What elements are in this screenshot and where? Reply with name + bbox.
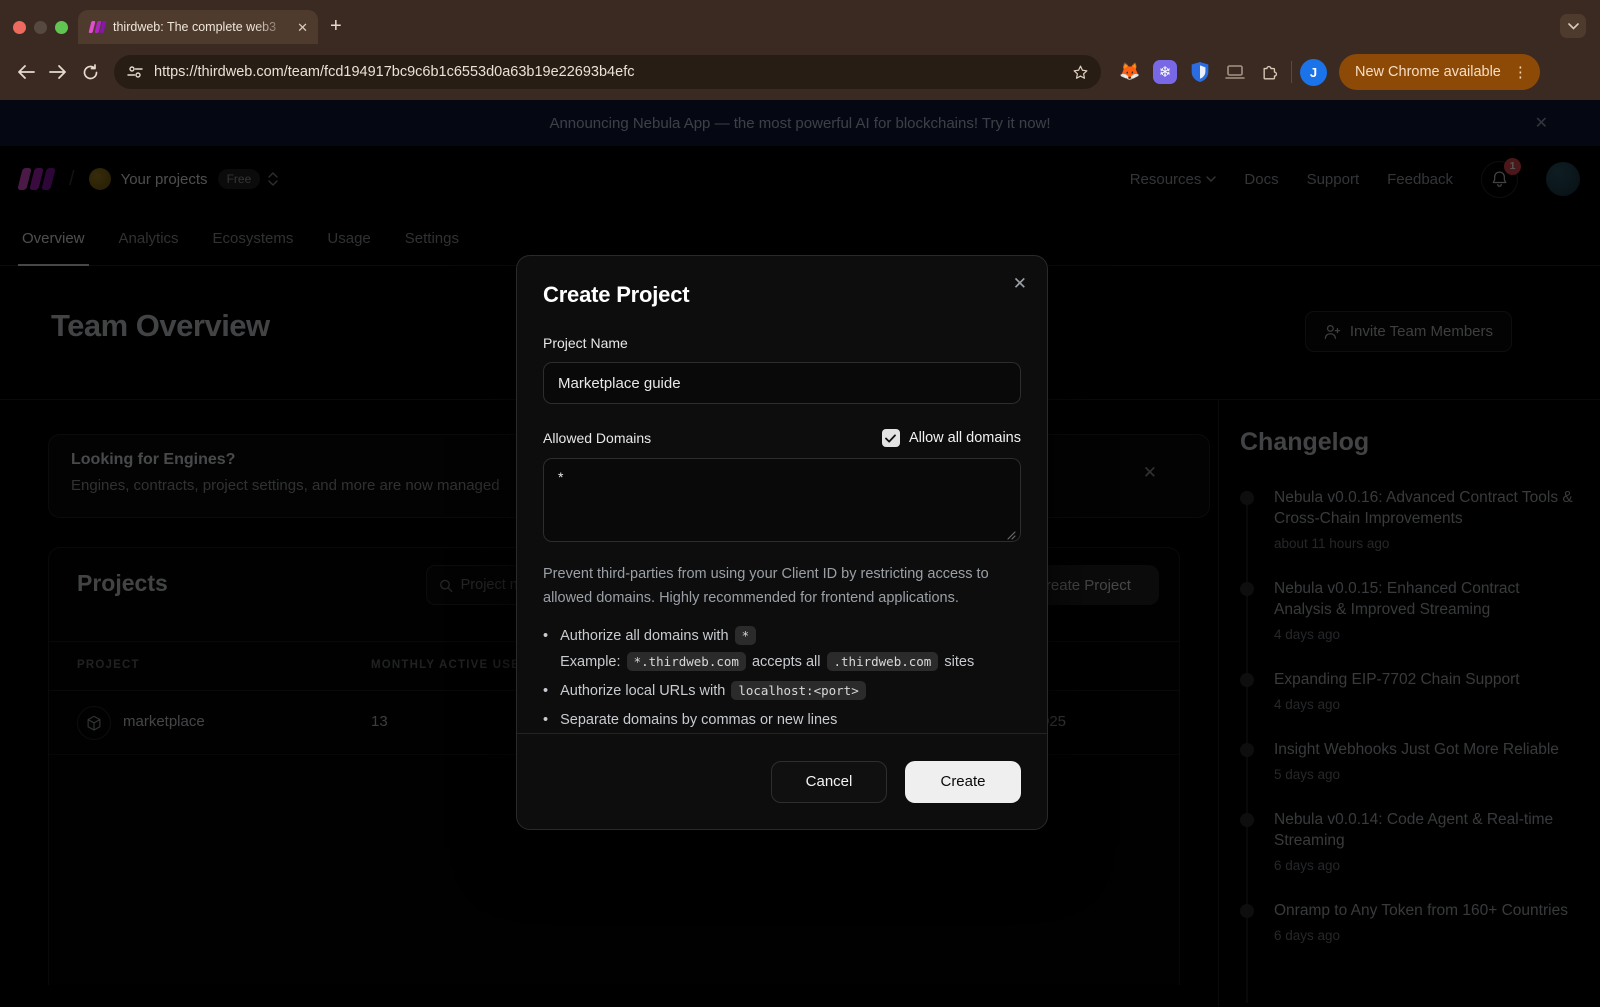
traffic-lights [13,21,68,34]
modal-close-icon[interactable]: ✕ [1013,274,1027,294]
forward-arrow-icon [49,64,67,80]
tab-search-button[interactable] [1560,14,1586,38]
forward-button[interactable] [42,56,74,88]
tab-title: thirdweb: The complete web3 [113,20,289,34]
domains-bullet-list: • Authorize all domains with * Example: … [543,623,1021,733]
reload-icon [82,64,99,81]
checkbox-checked-icon[interactable] [882,429,900,447]
chevron-down-icon [1568,23,1579,30]
allowed-domains-label: Allowed Domains [543,430,651,446]
bookmark-star-icon[interactable] [1072,64,1089,81]
allow-all-domains-label: Allow all domains [909,430,1021,446]
code-chip-domain: .thirdweb.com [827,652,939,671]
close-tab-icon[interactable]: ✕ [297,21,308,34]
reload-button[interactable] [74,56,106,88]
modal-footer: Cancel Create [517,733,1047,829]
code-chip-localhost: localhost:<port> [731,681,865,700]
code-chip-wildcard-domain: *.thirdweb.com [627,652,746,671]
cancel-button[interactable]: Cancel [771,761,887,803]
laptop-extension-icon[interactable] [1222,59,1248,85]
close-window-button[interactable] [13,21,26,34]
chrome-update-button[interactable]: New Chrome available [1339,54,1507,90]
bullet-authorize-all: • Authorize all domains with * Example: … [543,623,1021,675]
create-project-modal: ✕ Create Project Project Name Allowed Do… [516,255,1048,830]
resize-grip-icon[interactable] [1007,531,1016,540]
shield-extension-icon[interactable] [1187,59,1213,85]
browser-toolbar: https://thirdweb.com/team/fcd194917bc9c6… [0,44,1600,100]
new-tab-button[interactable]: + [330,16,342,36]
chrome-profile-avatar[interactable]: J [1300,59,1327,86]
browser-chrome: thirdweb: The complete web3 ✕ + h [0,0,1600,100]
allowed-domains-textarea[interactable]: * [543,458,1021,542]
back-button[interactable] [10,56,42,88]
chrome-menu-button[interactable]: ⋮ [1507,54,1540,90]
extension-icons: 🦊 ❄ [1117,59,1283,85]
project-name-label: Project Name [543,335,1021,351]
minimize-window-button[interactable] [34,21,47,34]
thirdweb-favicon [90,21,105,33]
browser-tab[interactable]: thirdweb: The complete web3 ✕ [78,10,318,44]
create-button[interactable]: Create [905,761,1021,803]
domains-help-text: Prevent third-parties from using your Cl… [543,562,1021,610]
bullet-separate-domains: • Separate domains by commas or new line… [543,707,1021,733]
extensions-puzzle-icon[interactable] [1257,59,1283,85]
metamask-extension-icon[interactable]: 🦊 [1117,59,1143,85]
code-chip-asterisk: * [735,626,757,645]
allow-all-domains-toggle[interactable]: Allow all domains [882,429,1021,447]
project-name-input[interactable] [543,362,1021,404]
bullet-authorize-local: • Authorize local URLs with localhost:<p… [543,678,1021,704]
snowflake-extension-icon[interactable]: ❄ [1152,59,1178,85]
url-text: https://thirdweb.com/team/fcd194917bc9c6… [154,64,1072,80]
modal-title: Create Project [543,282,1021,308]
site-info-icon[interactable] [122,59,148,85]
zoom-window-button[interactable] [55,21,68,34]
screen: thirdweb: The complete web3 ✕ + h [0,0,1600,1007]
toolbar-divider [1291,61,1292,83]
tab-strip: thirdweb: The complete web3 ✕ + [0,0,1600,44]
back-arrow-icon [17,64,35,80]
url-bar[interactable]: https://thirdweb.com/team/fcd194917bc9c6… [114,55,1101,89]
